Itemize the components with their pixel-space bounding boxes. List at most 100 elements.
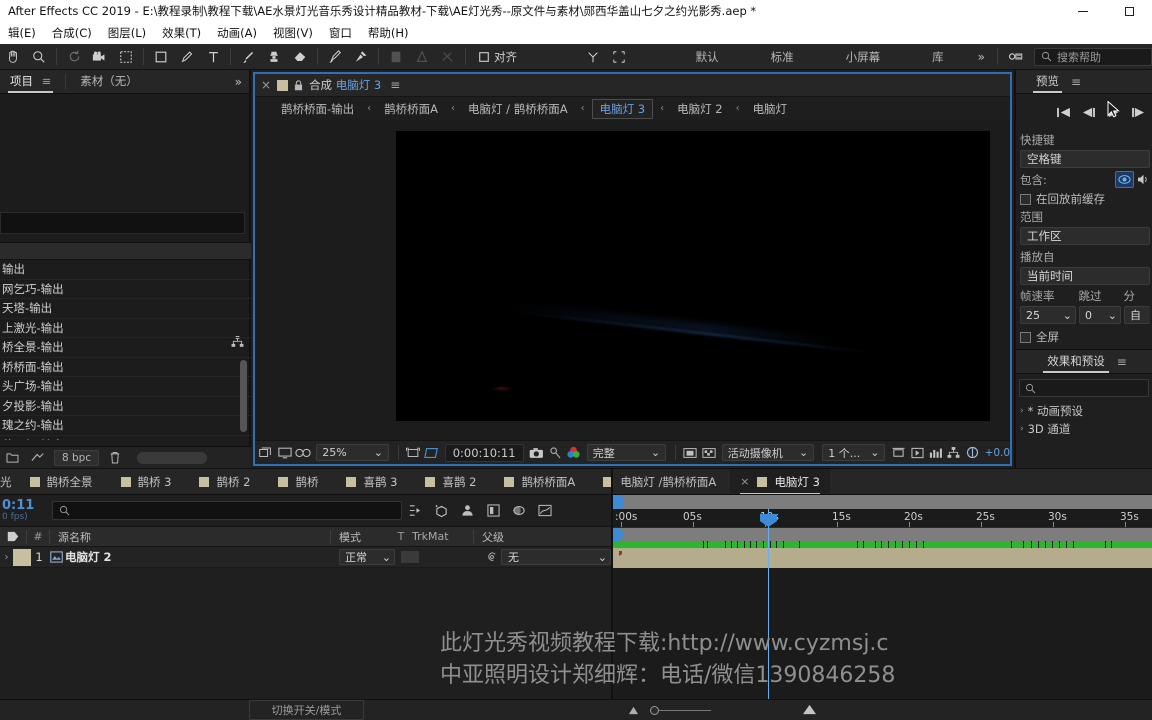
channel-rgb-icon[interactable] <box>565 443 581 463</box>
next-frame-button[interactable] <box>1131 103 1146 122</box>
prev-frame-button[interactable] <box>1081 103 1096 122</box>
project-item-list[interactable]: 输出 网乞巧-输出 天塔-输出 上激光-输出 桥全景-输出 桥桥面-输出 头广场… <box>0 260 251 440</box>
list-item[interactable]: 网乞巧-输出 <box>0 280 251 299</box>
draft-3d-icon[interactable] <box>428 499 454 523</box>
region-of-interest-icon[interactable] <box>423 443 439 463</box>
resolution-select[interactable]: 自 <box>1124 306 1150 324</box>
breadcrumb-item-2[interactable]: 电脑灯 / 鹊桥桥面A <box>462 101 574 117</box>
timeline-tab-0[interactable]: 光 <box>0 469 16 494</box>
frame-blending-icon[interactable] <box>480 499 506 523</box>
monitor-icon[interactable] <box>276 443 292 463</box>
include-audio-speaker-icon[interactable] <box>1137 170 1150 189</box>
breadcrumb-item-5[interactable]: 电脑灯 <box>747 101 794 117</box>
column-header-source-name[interactable]: 源名称 <box>50 527 330 547</box>
work-area-start-handle[interactable] <box>613 495 624 509</box>
menu-item-window[interactable]: 窗口 <box>321 22 360 44</box>
close-icon[interactable]: × <box>261 78 271 92</box>
resolution-icon[interactable] <box>405 443 421 463</box>
layer-name[interactable]: 电脑灯 2 <box>65 549 112 565</box>
work-area-handle[interactable] <box>613 528 623 541</box>
timeline-tab-active[interactable]: × 电脑灯 3 <box>730 469 830 494</box>
menu-item-help[interactable]: 帮助(H) <box>360 22 417 44</box>
pen-tool-icon[interactable] <box>174 45 200 69</box>
workspace-tab-libraries[interactable]: 库 <box>906 45 970 69</box>
list-item[interactable]: 桥桥面-输出 <box>0 358 251 377</box>
fullscreen-checkbox[interactable] <box>1020 331 1031 343</box>
composition-mini-flowchart-icon[interactable] <box>402 499 428 523</box>
workspace-more-button[interactable]: » <box>970 50 993 64</box>
hide-shy-layers-icon[interactable] <box>454 499 480 523</box>
layer-color-swatch[interactable] <box>13 548 31 566</box>
zoom-slider-knob[interactable] <box>650 705 659 715</box>
play-button[interactable] <box>1106 100 1121 122</box>
playhead[interactable] <box>760 509 777 720</box>
skip-select[interactable]: 0 ⌄ <box>1079 306 1121 324</box>
effects-panel-burger-icon[interactable]: ≡ <box>1117 355 1127 373</box>
timeline-work-area-top[interactable] <box>613 495 1152 509</box>
tab-footage[interactable]: 素材（无） <box>70 73 148 93</box>
column-header-parent[interactable]: 父级 <box>474 527 554 547</box>
preview-panel-burger-icon[interactable]: ≡ <box>1071 75 1081 93</box>
timeline-zoom-slider[interactable] <box>650 705 711 715</box>
timeline-tab-4[interactable]: 鹊桥 <box>264 469 332 494</box>
tab-effects-and-presets[interactable]: 效果和预设 <box>1041 353 1111 373</box>
zoom-out-icon[interactable] <box>627 701 640 720</box>
column-header-index[interactable]: # <box>27 527 49 547</box>
camera-tool-icon[interactable] <box>87 45 113 69</box>
timeline-tab-7[interactable]: 鹊桥桥面A <box>490 469 589 494</box>
timeline-jump-icon[interactable] <box>927 443 943 463</box>
orbit-tool-icon[interactable] <box>61 45 87 69</box>
workspace-tab-small-screen[interactable]: 小屏幕 <box>820 45 907 69</box>
current-timecode[interactable]: 0:00:10:11 <box>444 443 524 462</box>
timeline-tab-5[interactable]: 喜鹊 3 <box>332 469 411 494</box>
new-folder-icon[interactable] <box>2 448 22 468</box>
list-item[interactable]: 上激光-输出 <box>0 319 251 338</box>
breadcrumb-item-4[interactable]: 电脑灯 2 <box>671 101 728 117</box>
list-item[interactable]: 头广场-输出 <box>0 377 251 397</box>
puppet-mesh-tool-icon[interactable] <box>435 45 461 69</box>
tab-project[interactable]: 项目 ≡ <box>0 73 61 93</box>
snapping-tool-icon[interactable] <box>580 45 606 69</box>
always-preview-icon[interactable] <box>258 443 274 463</box>
list-item[interactable]: 萤飞舞-输出 <box>0 436 251 440</box>
region-of-interest-icon[interactable] <box>606 45 632 69</box>
framerate-select[interactable]: 25 ⌄ <box>1020 306 1076 324</box>
switches-modes-button[interactable]: 切换开关/模式 <box>248 700 365 720</box>
timeline-tab-6[interactable]: 喜鹊 2 <box>411 469 490 494</box>
list-item[interactable]: › * 动画预设 <box>1016 402 1152 420</box>
region-select-tool-icon[interactable] <box>113 45 139 69</box>
timeline-tab-3[interactable]: 鹊桥 2 <box>185 469 264 494</box>
layer-parent-select[interactable]: 无 ⌄ <box>501 549 611 565</box>
zoom-in-icon[interactable] <box>801 701 818 720</box>
menu-item-layer[interactable]: 图层(L) <box>100 22 154 44</box>
menu-item-composition[interactable]: 合成(C) <box>44 22 100 44</box>
list-item[interactable]: 桥全景-输出 <box>0 338 251 358</box>
column-header-t[interactable]: T <box>393 527 409 547</box>
timeline-graph-area[interactable]: :00s 05s 10s 15s 20s 25s 30s 35s <box>613 495 1152 720</box>
shape-tool-icon[interactable] <box>148 45 174 69</box>
layer-trkmat-swatch[interactable] <box>401 551 419 563</box>
fast-preview-icon[interactable] <box>909 443 925 463</box>
cache-before-playback-checkbox[interactable] <box>1020 193 1031 205</box>
puppet-pin-tool-icon[interactable] <box>348 45 374 69</box>
project-list-scrollbar[interactable] <box>240 360 247 432</box>
lock-icon[interactable] <box>294 76 303 95</box>
tab-project-burger-icon[interactable]: ≡ <box>42 74 52 88</box>
list-item[interactable]: 瑰之约-输出 <box>0 416 251 436</box>
hand-tool-icon[interactable] <box>0 45 26 69</box>
puppet-starch-tool-icon[interactable] <box>409 45 435 69</box>
breadcrumb-item-1[interactable]: 鹊桥桥面A <box>378 101 444 117</box>
menu-item-view[interactable]: 视图(V) <box>265 22 321 44</box>
zoom-level-select[interactable]: 25% ⌄ <box>316 444 390 461</box>
pixel-aspect-icon[interactable] <box>890 443 906 463</box>
shortcut-value-field[interactable]: 空格键 <box>1020 150 1150 168</box>
menu-item-edit[interactable]: 辑(E) <box>0 22 44 44</box>
range-value-field[interactable]: 工作区 <box>1020 227 1150 245</box>
composition-canvas[interactable] <box>396 131 990 421</box>
eraser-tool-icon[interactable] <box>287 45 313 69</box>
timeline-current-time[interactable]: 0:11 0 fps) <box>0 499 46 522</box>
maximize-button[interactable] <box>1106 0 1152 22</box>
list-item[interactable]: 夕投影-输出 <box>0 397 251 416</box>
view-layout-select[interactable]: 1 个... ⌄ <box>822 444 886 461</box>
motion-blur-icon[interactable] <box>506 499 532 523</box>
